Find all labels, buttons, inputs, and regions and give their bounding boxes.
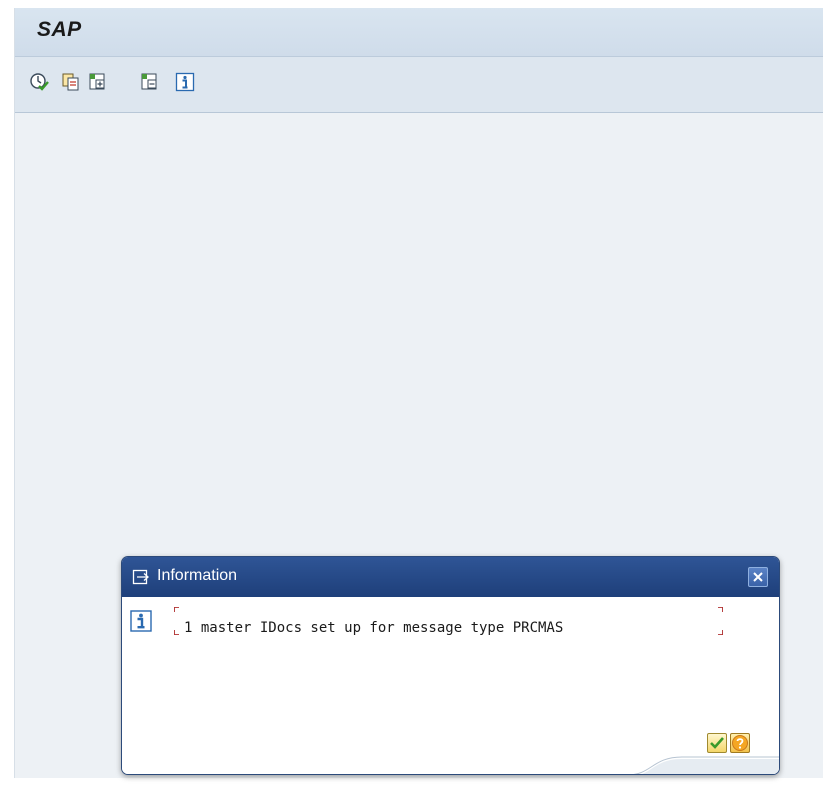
focus-corner-top-right [718, 607, 723, 612]
focus-corner-bottom-right [718, 630, 723, 635]
dialog-window-icon [132, 568, 150, 586]
close-icon[interactable] [748, 567, 768, 587]
dialog-header: Information [122, 557, 779, 597]
confirm-button[interactable] [707, 733, 727, 753]
information-dialog: Information 1 master IDocs set up for me… [121, 556, 780, 775]
title-bar: SAP [15, 8, 823, 57]
help-icon [732, 735, 748, 751]
sap-window: SAP Information 1 master IDocs set up fo… [0, 0, 823, 799]
collapse-icon[interactable] [140, 72, 160, 92]
footer-divider [633, 756, 779, 774]
execute-icon[interactable] [29, 72, 49, 92]
application-toolbar [15, 57, 823, 113]
dialog-message: 1 master IDocs set up for message type P… [184, 620, 564, 636]
info-icon[interactable] [175, 72, 195, 92]
dialog-title: Information [157, 567, 238, 584]
expand-icon[interactable] [88, 72, 108, 92]
help-button[interactable] [730, 733, 750, 753]
focus-corner-top-left [174, 607, 179, 612]
copy-icon[interactable] [61, 72, 81, 92]
app-title: SAP [37, 18, 82, 41]
check-icon [710, 737, 724, 749]
information-icon [130, 610, 152, 632]
dialog-body: 1 master IDocs set up for message type P… [122, 597, 779, 774]
focus-corner-bottom-left [174, 630, 179, 635]
